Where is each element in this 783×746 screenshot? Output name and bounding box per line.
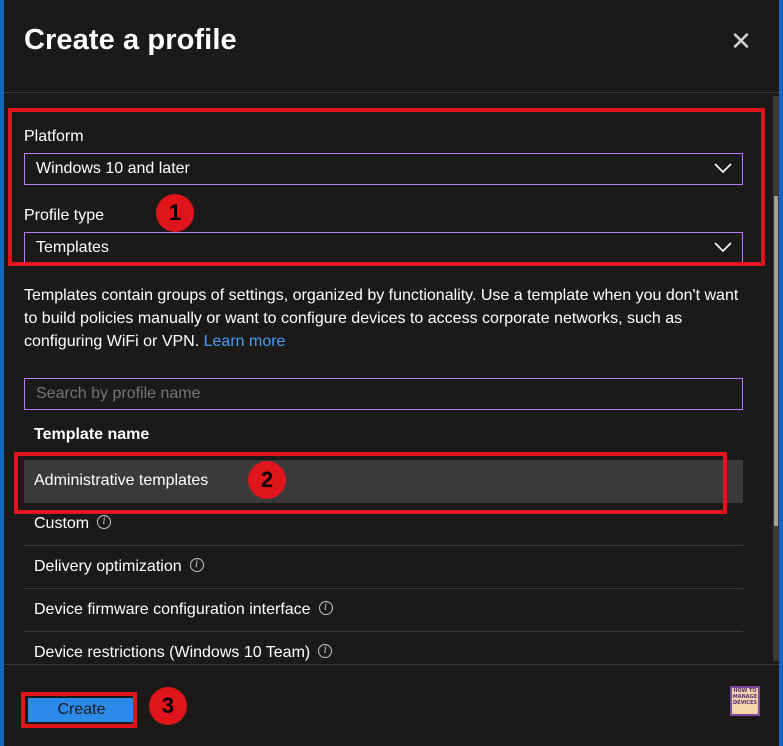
close-icon[interactable]: ✕ xyxy=(730,28,752,54)
info-icon[interactable]: i xyxy=(318,643,333,658)
platform-dropdown[interactable]: Windows 10 and later xyxy=(24,153,743,185)
template-row-label: Delivery optimization xyxy=(34,558,182,575)
create-profile-panel: Create a profile ✕ Platform Windows 10 a… xyxy=(4,0,779,746)
template-row-device-firmware[interactable]: Device firmware configuration interface i xyxy=(24,589,743,632)
info-icon[interactable]: i xyxy=(318,600,333,615)
info-icon[interactable]: i xyxy=(189,557,204,572)
profile-type-value: Templates xyxy=(36,239,109,256)
template-row-label: Device restrictions (Windows 10 Team) xyxy=(34,644,311,661)
description-text: Templates contain groups of settings, or… xyxy=(24,284,749,353)
logo-line-3: DEVICES xyxy=(733,700,757,706)
template-row-label: Administrative templates xyxy=(34,472,209,489)
annotation-badge-1: 1 xyxy=(156,194,194,232)
profile-type-dropdown[interactable]: Templates xyxy=(24,232,743,264)
htmd-logo: HOW TO MANAGE DEVICES xyxy=(730,686,760,716)
template-row-custom[interactable]: Custom i xyxy=(24,503,743,546)
platform-value: Windows 10 and later xyxy=(36,160,190,177)
scrollbar[interactable] xyxy=(773,96,779,661)
template-name-header: Template name xyxy=(34,426,150,443)
learn-more-link[interactable]: Learn more xyxy=(204,333,286,350)
template-row-label: Device firmware configuration interface xyxy=(34,601,311,618)
footer-divider xyxy=(4,664,779,665)
template-row-label: Custom xyxy=(34,515,90,532)
chevron-down-icon xyxy=(714,163,732,174)
header-divider xyxy=(4,92,779,93)
annotation-badge-2: 2 xyxy=(248,461,286,499)
info-icon[interactable]: i xyxy=(97,514,112,529)
chevron-down-icon xyxy=(714,242,732,253)
profile-type-label: Profile type xyxy=(24,207,105,224)
template-row-delivery-optimization[interactable]: Delivery optimization i xyxy=(24,546,743,589)
template-row-administrative[interactable]: Administrative templates xyxy=(24,460,743,503)
page-title: Create a profile xyxy=(24,24,237,56)
platform-label: Platform xyxy=(24,128,84,145)
create-button[interactable]: Create xyxy=(28,698,135,722)
search-input[interactable] xyxy=(24,378,743,410)
description-body: Templates contain groups of settings, or… xyxy=(24,287,739,350)
scrollbar-thumb[interactable] xyxy=(774,196,778,526)
annotation-badge-3: 3 xyxy=(149,687,187,725)
